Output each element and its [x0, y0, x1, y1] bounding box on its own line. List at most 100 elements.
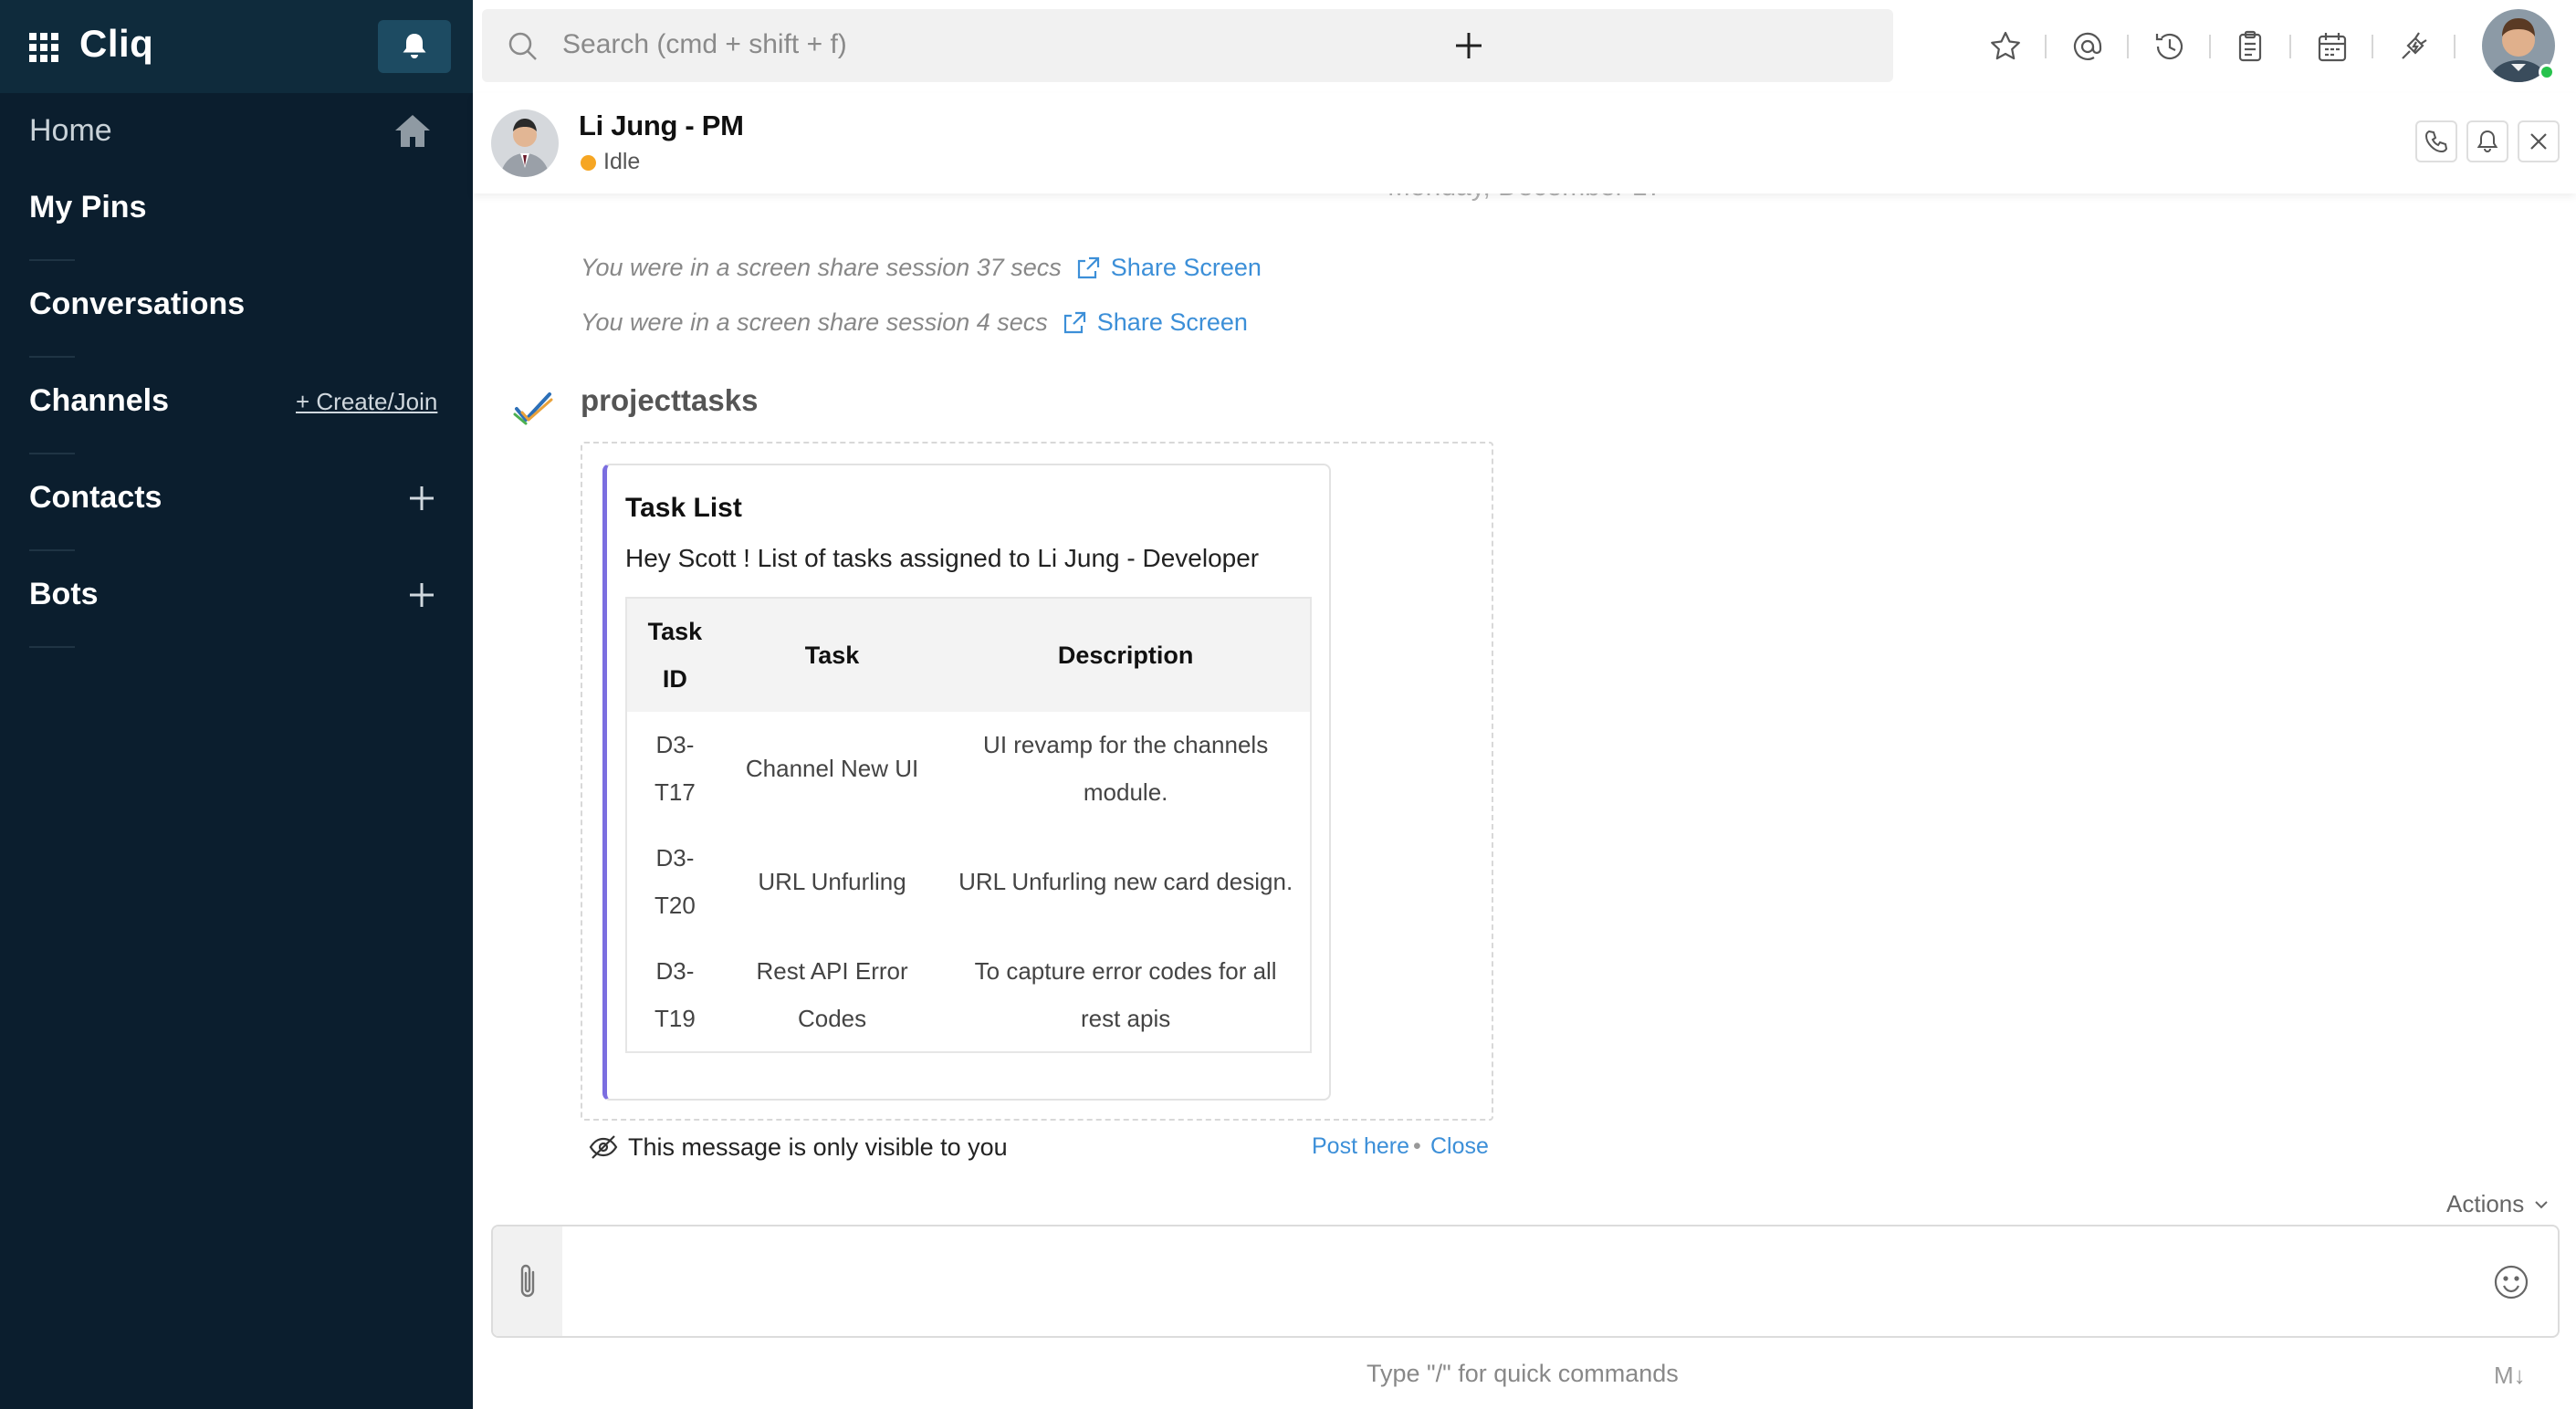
app-logo: Cliq [79, 22, 154, 65]
contact-avatar[interactable] [491, 110, 559, 177]
quick-commands-hint: Type "/" for quick commands [1367, 1360, 1679, 1387]
message-composer[interactable] [491, 1225, 2560, 1338]
chevron-down-icon [2535, 1200, 2548, 1208]
screen-share-text: You were in a screen share session 4 sec… [581, 308, 1048, 336]
app-grid-icon[interactable] [28, 32, 59, 63]
bot-name[interactable]: projecttasks [581, 383, 758, 418]
share-screen-label[interactable]: Share Screen [1097, 308, 1248, 337]
actions-label: Actions [2446, 1190, 2525, 1217]
task-name-cell: URL Unfurling [758, 868, 906, 895]
sidebar-divider [29, 259, 75, 261]
share-screen-link[interactable]: Share Screen [1074, 254, 1262, 282]
screen-share-message: You were in a screen share session 4 sec… [581, 308, 1248, 337]
task-list-card: Task List Hey Scott ! List of tasks assi… [602, 464, 1331, 1101]
sidebar-item-my-pins[interactable]: My Pins [29, 190, 146, 225]
task-description-cell: To capture error codes for all rest apis [974, 957, 1277, 1032]
search-bar[interactable]: Search (cmd + shift + f) [482, 9, 1893, 82]
sidebar-item-channels[interactable]: Channels [29, 383, 169, 419]
top-bar: Search (cmd + shift + f) [473, 0, 2576, 93]
column-header-task-id: Task ID [626, 598, 723, 712]
contact-name[interactable]: Li Jung - PM [579, 110, 744, 142]
card-title: Task List [625, 493, 742, 523]
actions-dropdown[interactable]: Actions [2446, 1190, 2550, 1218]
sidebar-item-contacts[interactable]: Contacts [29, 480, 162, 516]
close-chat-button[interactable] [2518, 120, 2560, 162]
screen-share-message: You were in a screen share session 37 se… [581, 254, 1262, 282]
call-button[interactable] [2415, 120, 2457, 162]
add-contact-button[interactable] [407, 484, 436, 513]
sidebar-divider [29, 549, 75, 551]
screen-share-text: You were in a screen share session 37 se… [581, 254, 1062, 281]
card-subtitle: Hey Scott ! List of tasks assigned to Li… [625, 544, 1260, 572]
sidebar-divider [29, 356, 75, 358]
emoji-icon[interactable] [2492, 1263, 2530, 1301]
post-here-link[interactable]: Post here [1312, 1133, 1409, 1160]
sidebar-item-conversations[interactable]: Conversations [29, 287, 245, 322]
toolbar-divider [2209, 35, 2211, 58]
calendar-icon[interactable] [2315, 29, 2350, 64]
add-bot-button[interactable] [407, 580, 436, 610]
task-description-cell: URL Unfurling new card design. [958, 868, 1293, 895]
home-icon[interactable] [393, 111, 433, 151]
toolbar-divider [2372, 35, 2373, 58]
task-id-cell: D3-T20 [654, 844, 696, 919]
sidebar: Cliq Home My Pins Conversations Channels… [0, 0, 473, 1409]
task-table: Task ID Task Description D3-T17 Channel … [625, 597, 1312, 1053]
column-header-task: Task [722, 598, 942, 712]
sidebar-header: Cliq [0, 0, 473, 93]
markdown-icon[interactable]: M↓ [2494, 1362, 2526, 1390]
mute-notifications-button[interactable] [2466, 120, 2508, 162]
phone-icon [2424, 130, 2448, 153]
sidebar-item-home[interactable]: Home [29, 113, 112, 149]
bell-icon [2477, 130, 2498, 152]
clipboard-icon[interactable] [2233, 29, 2267, 64]
toolbar-divider [2127, 35, 2129, 58]
toolbar-divider [2454, 35, 2456, 58]
plug-icon[interactable] [2397, 29, 2432, 64]
plus-icon [1456, 33, 1482, 58]
contact-status: Idle [603, 149, 641, 174]
task-name-cell: Rest API Error Codes [756, 957, 908, 1032]
search-input[interactable]: Search (cmd + shift + f) [562, 29, 847, 60]
chat-header: Li Jung - PM Idle [473, 93, 2576, 193]
sidebar-divider [29, 453, 75, 454]
share-screen-icon [1063, 311, 1085, 333]
visibility-note: This message is only visible to you [588, 1132, 1008, 1163]
sidebar-divider [29, 646, 75, 648]
notifications-button[interactable] [378, 20, 451, 73]
create-join-channel-link[interactable]: + Create/Join [296, 388, 437, 416]
attach-button[interactable] [493, 1226, 562, 1336]
history-icon[interactable] [2152, 29, 2187, 64]
task-description-cell: UI revamp for the channels module. [983, 731, 1269, 806]
plus-icon [410, 583, 434, 607]
table-header-row: Task ID Task Description [626, 598, 1311, 712]
close-message-link[interactable]: Close [1430, 1133, 1489, 1160]
separator-dot: • [1413, 1133, 1421, 1159]
task-id-cell: D3-T19 [654, 957, 696, 1032]
mention-icon[interactable] [2070, 29, 2105, 64]
bell-icon [403, 34, 426, 58]
search-icon [508, 31, 539, 62]
toolbar-divider [2289, 35, 2291, 58]
share-screen-label[interactable]: Share Screen [1111, 254, 1262, 282]
column-header-description: Description [941, 598, 1311, 712]
new-chat-button[interactable] [1432, 9, 1505, 82]
table-row: D3-T20 URL Unfurling URL Unfurling new c… [626, 825, 1311, 938]
toolbar-divider [2045, 35, 2047, 58]
bot-message-container: Task List Hey Scott ! List of tasks assi… [581, 442, 1493, 1121]
plus-icon [410, 486, 434, 510]
paperclip-icon [520, 1264, 535, 1298]
share-screen-link[interactable]: Share Screen [1061, 308, 1248, 337]
task-id-cell: D3-T17 [654, 731, 696, 806]
visibility-note-text: This message is only visible to you [628, 1132, 1008, 1161]
task-name-cell: Channel New UI [745, 755, 919, 782]
table-row: D3-T19 Rest API Error Codes To capture e… [626, 938, 1311, 1052]
status-indicator [581, 155, 596, 171]
share-screen-icon [1077, 256, 1099, 278]
star-icon[interactable] [1988, 29, 2023, 64]
sidebar-item-bots[interactable]: Bots [29, 577, 99, 612]
table-row: D3-T17 Channel New UI UI revamp for the … [626, 712, 1311, 825]
bot-avatar-icon[interactable] [511, 385, 557, 431]
eye-slash-icon [589, 1135, 618, 1159]
close-icon [2530, 133, 2547, 150]
